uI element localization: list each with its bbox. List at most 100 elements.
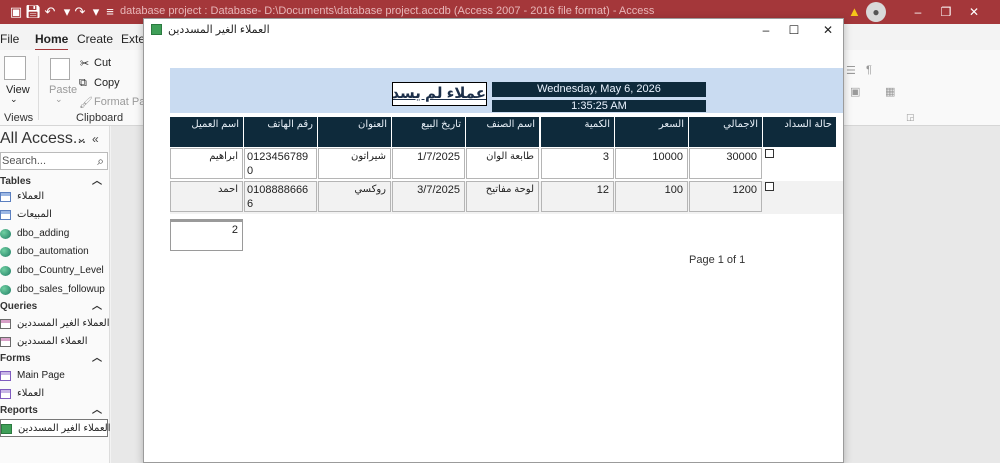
- list-icon[interactable]: ☰: [846, 64, 856, 77]
- nav-item-table[interactable]: dbo_Country_Level: [0, 262, 108, 280]
- restore-icon[interactable]: ❐: [936, 2, 956, 22]
- tab-file[interactable]: File: [0, 32, 19, 46]
- report-icon: [151, 24, 162, 35]
- nav-item-table[interactable]: dbo_automation: [0, 243, 108, 261]
- nav-chevron-icon[interactable]: ⌄: [76, 130, 87, 146]
- shading-icon[interactable]: ▣: [850, 85, 860, 98]
- nav-search-placeholder: Search...: [2, 155, 47, 167]
- nav-item-query[interactable]: العملاء الغير المسددين: [0, 315, 110, 333]
- access-logo-icon: ▣: [9, 4, 23, 19]
- paragraph-icon[interactable]: ¶: [866, 64, 872, 76]
- group-label: Queries: [0, 301, 38, 312]
- copy-icon[interactable]: ⧉: [79, 77, 87, 90]
- quantity-cell: 3: [541, 148, 614, 179]
- group-forms[interactable]: Forms ︿: [0, 350, 108, 367]
- nav-item-label: العملاء: [17, 388, 45, 399]
- dialog-launcher-icon[interactable]: ◲: [906, 112, 915, 123]
- gridlines-icon[interactable]: ▦: [885, 85, 895, 98]
- nav-item-form[interactable]: Main Page: [0, 367, 108, 385]
- table-row: 30000 10000 3 طابعة الوان 1/7/2025 شيرات…: [170, 148, 843, 181]
- nav-item-query[interactable]: العملاء المسددين: [0, 333, 108, 351]
- payment-status-checkbox[interactable]: [765, 182, 774, 191]
- nav-item-label: dbo_sales_followup: [17, 284, 105, 295]
- price-cell: 10000: [615, 148, 688, 179]
- page-number: Page 1 of 1: [689, 254, 746, 266]
- chevron-up-icon[interactable]: ︿: [92, 350, 102, 367]
- paste-button[interactable]: Paste: [49, 84, 77, 96]
- payment-status-checkbox[interactable]: [765, 149, 774, 158]
- report-window-titlebar[interactable]: العملاء الغير المسددين – ☐ ✕: [144, 19, 843, 41]
- column-header: السعر: [615, 117, 688, 147]
- report-header: عملاء لم يسددو Wednesday, May 6, 2026 1:…: [170, 68, 843, 113]
- nav-search-input[interactable]: Search... ⌕: [0, 152, 108, 170]
- group-label: Tables: [0, 176, 31, 187]
- redo-icon[interactable]: ↷: [72, 4, 88, 20]
- nav-item-label: dbo_Country_Level: [17, 265, 104, 276]
- view-dropdown-icon[interactable]: ⌄: [10, 94, 18, 105]
- ribbon-divider: [38, 56, 39, 120]
- address-cell: شيراتون: [318, 148, 391, 179]
- close-icon[interactable]: ✕: [818, 21, 838, 39]
- nav-item-label: المبيعات: [17, 209, 52, 220]
- query-icon: [0, 337, 11, 347]
- nav-item-report[interactable]: العملاء الغير المسددين: [0, 419, 110, 437]
- copy-button[interactable]: Copy: [94, 77, 120, 89]
- column-header: تاريخ البيع: [392, 117, 465, 147]
- column-header: رقم الهاتف: [244, 117, 317, 147]
- report-window-title: العملاء الغير المسددين: [168, 24, 270, 36]
- warning-icon[interactable]: ▲: [848, 4, 861, 19]
- nav-item-label: العملاء المسددين: [17, 336, 88, 347]
- quantity-cell: 12: [541, 181, 614, 212]
- address-cell: روكسي: [318, 181, 391, 212]
- record-count: 2: [170, 219, 243, 251]
- paste-dropdown-icon[interactable]: ⌄: [55, 94, 63, 105]
- query-icon: [0, 319, 11, 329]
- report-time: 1:35:25 AM: [492, 100, 706, 112]
- item-name-cell: لوحة مفاتيح: [466, 181, 539, 212]
- customer-name-cell: احمد: [170, 181, 243, 212]
- group-queries[interactable]: Queries ︿: [0, 298, 108, 315]
- cut-button[interactable]: Cut: [94, 57, 111, 69]
- report-heading: عملاء لم يسددو: [392, 82, 487, 106]
- column-header: اسم العميل: [170, 117, 243, 147]
- nav-item-form[interactable]: العملاء: [0, 385, 108, 403]
- search-icon[interactable]: ⌕: [97, 153, 104, 169]
- collapse-icon[interactable]: «: [92, 132, 99, 146]
- item-name-cell: طابعة الوان: [466, 148, 539, 179]
- phone-cell: 01088886666: [244, 181, 317, 212]
- form-icon: [0, 371, 11, 381]
- minimize-icon[interactable]: –: [756, 21, 776, 39]
- avatar[interactable]: ●: [866, 2, 886, 22]
- nav-item-table[interactable]: dbo_sales_followup: [0, 281, 108, 299]
- nav-item-table[interactable]: العملاء: [0, 188, 108, 206]
- views-group-label: Views: [4, 112, 34, 124]
- nav-item-table[interactable]: المبيعات: [0, 206, 108, 224]
- customer-name-cell: ابراهيم: [170, 148, 243, 179]
- nav-pane-title[interactable]: All Access...: [0, 130, 86, 148]
- nav-item-label: العملاء: [17, 191, 45, 202]
- chevron-up-icon[interactable]: ︿: [92, 298, 102, 315]
- format-painter-icon[interactable]: 🖌︎: [79, 96, 93, 109]
- customize-quick-access-icon[interactable]: ≡: [102, 4, 118, 20]
- cut-icon[interactable]: ✂: [80, 57, 89, 70]
- column-header: الاجمالي: [689, 117, 762, 147]
- nav-item-label: العملاء الغير المسددين: [17, 318, 110, 329]
- minimize-icon[interactable]: –: [908, 2, 928, 22]
- chevron-up-icon[interactable]: ︿: [92, 402, 102, 419]
- save-icon[interactable]: 💾︎: [25, 4, 42, 20]
- view-icon[interactable]: [4, 56, 26, 80]
- sale-date-cell: 1/7/2025: [392, 148, 465, 179]
- navigation-pane: All Access... ⌄ « Search... ⌕ Tables ︿ ا…: [0, 126, 110, 463]
- maximize-icon[interactable]: ☐: [784, 21, 804, 39]
- column-header: اسم الصنف: [466, 117, 539, 147]
- group-reports[interactable]: Reports ︿: [0, 402, 108, 419]
- nav-item-table[interactable]: dbo_adding: [0, 225, 108, 243]
- clipboard-group-label: Clipboard: [76, 112, 124, 124]
- column-header: العنوان: [318, 117, 391, 147]
- paste-icon[interactable]: [50, 58, 70, 80]
- linked-table-icon: [0, 285, 11, 295]
- undo-icon[interactable]: ↶: [42, 4, 58, 20]
- close-icon[interactable]: ✕: [964, 2, 984, 22]
- tab-create[interactable]: Create: [77, 32, 113, 46]
- tab-home[interactable]: Home: [35, 32, 69, 51]
